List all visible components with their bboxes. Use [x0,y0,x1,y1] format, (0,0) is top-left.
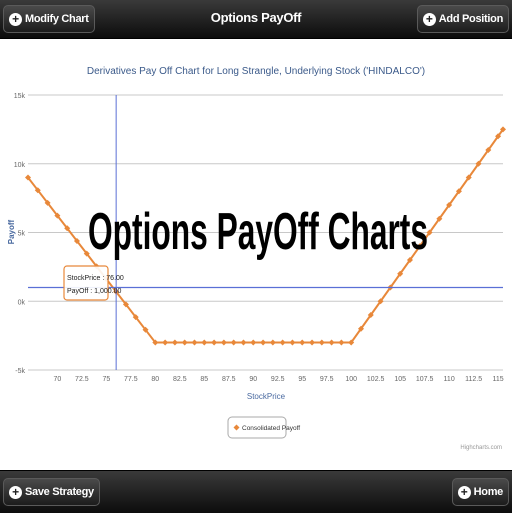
data-point [309,339,316,346]
x-tick-label: 77.5 [124,376,138,383]
data-point [279,339,286,346]
y-tick-label: 0k [18,299,26,306]
x-tick-label: 70 [53,376,61,383]
x-tick-label: 75 [102,376,110,383]
x-tick-label: 92.5 [271,376,285,383]
x-tick-label: 90 [249,376,257,383]
legend[interactable]: Consolidated Payoff [227,416,300,439]
data-point [250,339,257,346]
plus-icon: + [457,485,471,499]
legend-item-label: Consolidated Payoff [242,425,300,432]
x-tick-label: 110 [444,376,455,383]
x-tick-label: 72.5 [75,376,89,383]
data-point [230,339,237,346]
home-label: Home [473,486,504,498]
y-tick-label: -5k [15,368,25,375]
x-tick-label: 112.5 [465,376,482,383]
data-point [269,339,276,346]
x-tick-label: 115 [493,376,504,383]
data-point [318,339,325,346]
x-tick-label: 95 [298,376,306,383]
data-point [260,339,267,346]
x-axis-ticks: 70 72.5 75 77.5 80 82.5 85 87.5 90 92.5 95 97.5 100 1… [53,376,503,383]
data-point [181,339,188,346]
data-point [191,339,198,346]
data-point [162,339,169,346]
data-point [201,339,208,346]
tooltip: StockPrice : 76.00 PayOff : 1,000.00 [63,265,124,301]
data-point [240,339,247,346]
y-tick-label: 15k [14,93,26,100]
x-tick-label: 102.5 [367,376,385,383]
data-point [289,339,296,346]
save-strategy-button[interactable]: + Save Strategy [3,478,100,506]
x-tick-label: 107.5 [416,376,434,383]
data-point [171,339,178,346]
x-tick-label: 85 [200,376,208,383]
save-strategy-label: Save Strategy [25,486,94,498]
credit-text: Highcharts.com [460,445,502,451]
tooltip-line-1: StockPrice : 76.00 [67,275,124,282]
y-tick-label: 5k [18,231,26,238]
data-point [220,339,227,346]
chart-title: Derivatives Pay Off Chart for Long Stran… [87,66,425,77]
plus-icon: + [9,485,22,499]
x-axis-label: StockPrice [247,392,286,401]
x-tick-label: 87.5 [222,376,236,383]
data-point [338,339,345,346]
payoff-chart: Derivatives Pay Off Chart for Long Stran… [7,66,506,451]
x-tick-label: 105 [394,376,406,383]
data-point [211,339,218,346]
y-axis-label: Payoff [7,219,16,244]
overlay-title: Options PayOff Charts [88,203,428,261]
home-button[interactable]: + Home [451,478,509,506]
x-tick-label: 82.5 [173,376,187,383]
data-point [328,339,335,346]
x-tick-label: 97.5 [320,376,334,383]
x-tick-label: 100 [345,376,357,383]
y-tick-label: 10k [14,162,26,169]
bottom-toolbar: + Save Strategy + Home [0,470,512,513]
data-point [299,339,306,346]
tooltip-line-2: PayOff : 1,000.00 [67,288,121,295]
x-tick-label: 80 [151,376,159,383]
